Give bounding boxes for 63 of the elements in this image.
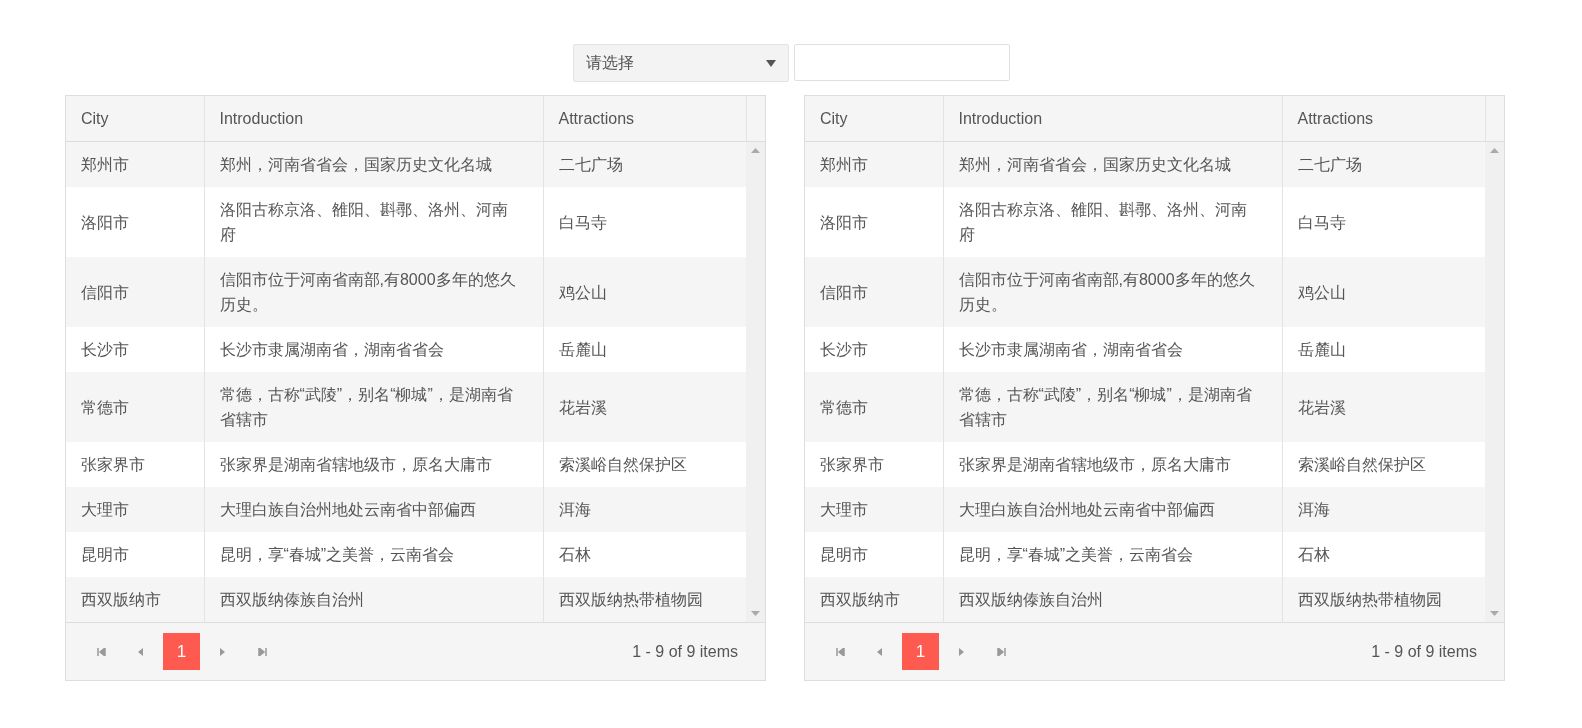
table-cell: 花岩溪: [1282, 372, 1485, 442]
table-cell: 信阳市位于河南省南部,有8000多年的悠久历史。: [943, 257, 1282, 327]
table-cell: 洱海: [1282, 487, 1485, 532]
table-cell: 常德，古称“武陵”，别名“柳城”，是湖南省省辖市: [943, 372, 1282, 442]
first-page-icon: [96, 647, 106, 656]
table-cell: 长沙市: [805, 327, 943, 372]
table-cell: 昆明市: [805, 532, 943, 577]
table-cell: 洛阳市: [66, 187, 204, 257]
column-header[interactable]: City: [66, 96, 204, 141]
column-header[interactable]: Introduction: [943, 96, 1282, 141]
table-cell: 常德市: [805, 372, 943, 442]
previous-page-icon: [875, 647, 885, 656]
column-header[interactable]: City: [805, 96, 943, 141]
scroll-up-arrow-icon[interactable]: [751, 148, 760, 153]
next-page-icon: [217, 647, 227, 656]
table-cell: 信阳市: [66, 257, 204, 327]
scrollbar[interactable]: [1485, 142, 1504, 622]
table-cell: 花岩溪: [543, 372, 746, 442]
dropdown-select[interactable]: 请选择: [572, 44, 789, 82]
table-cell: 大理市: [66, 487, 204, 532]
table-cell: 洱海: [543, 487, 746, 532]
table-cell: 郑州市: [805, 142, 943, 187]
table-cell: 西双版纳热带植物园: [1282, 577, 1485, 622]
scroll-up-arrow-icon[interactable]: [1490, 148, 1499, 153]
text-input-field[interactable]: [793, 44, 1010, 81]
column-header[interactable]: Attractions: [1282, 96, 1485, 141]
table-cell: 张家界市: [805, 442, 943, 487]
table-cell: 昆明市: [66, 532, 204, 577]
table-cell: 西双版纳市: [66, 577, 204, 622]
table-cell: 郑州市: [66, 142, 204, 187]
scroll-down-arrow-icon[interactable]: [751, 611, 760, 616]
table-cell: 西双版纳傣族自治州: [943, 577, 1282, 622]
table-cell: 大理白族自治州地处云南省中部偏西: [943, 487, 1282, 532]
table-cell: 信阳市: [805, 257, 943, 327]
scroll-down-arrow-icon[interactable]: [1490, 611, 1499, 616]
table-cell: 西双版纳傣族自治州: [204, 577, 543, 622]
table-cell: 鸡公山: [543, 257, 746, 327]
table-cell: 长沙市: [66, 327, 204, 372]
table-cell: 张家界市: [66, 442, 204, 487]
pager-info-text: 1 - 9 of 9 items: [632, 641, 738, 662]
table-cell: 信阳市位于河南省南部,有8000多年的悠久历史。: [204, 257, 543, 327]
table-cell: 二七广场: [543, 142, 746, 187]
table-cell: 常德，古称“武陵”，别名“柳城”，是湖南省省辖市: [204, 372, 543, 442]
table-cell: 洛阳市: [805, 187, 943, 257]
table-cell: 西双版纳市: [805, 577, 943, 622]
table-cell: 西双版纳热带植物园: [543, 577, 746, 622]
table-cell: 大理白族自治州地处云南省中部偏西: [204, 487, 543, 532]
last-page-icon: [996, 647, 1006, 656]
last-page-icon: [257, 647, 267, 656]
previous-page-icon: [136, 647, 146, 656]
table-cell: 大理市: [805, 487, 943, 532]
column-header[interactable]: Attractions: [543, 96, 746, 141]
caret-icon: [765, 59, 776, 67]
table-cell: 鸡公山: [1282, 257, 1485, 327]
column-header[interactable]: Introduction: [204, 96, 543, 141]
next-page-icon: [956, 647, 966, 656]
first-page-icon: [835, 647, 845, 656]
scrollbar[interactable]: [746, 142, 765, 622]
table-cell: 郑州，河南省省会，国家历史文化名城: [204, 142, 543, 187]
table-cell: 郑州，河南省省会，国家历史文化名城: [943, 142, 1282, 187]
table-cell: 常德市: [66, 372, 204, 442]
pager-info-text: 1 - 9 of 9 items: [1371, 641, 1477, 662]
table-cell: 二七广场: [1282, 142, 1485, 187]
